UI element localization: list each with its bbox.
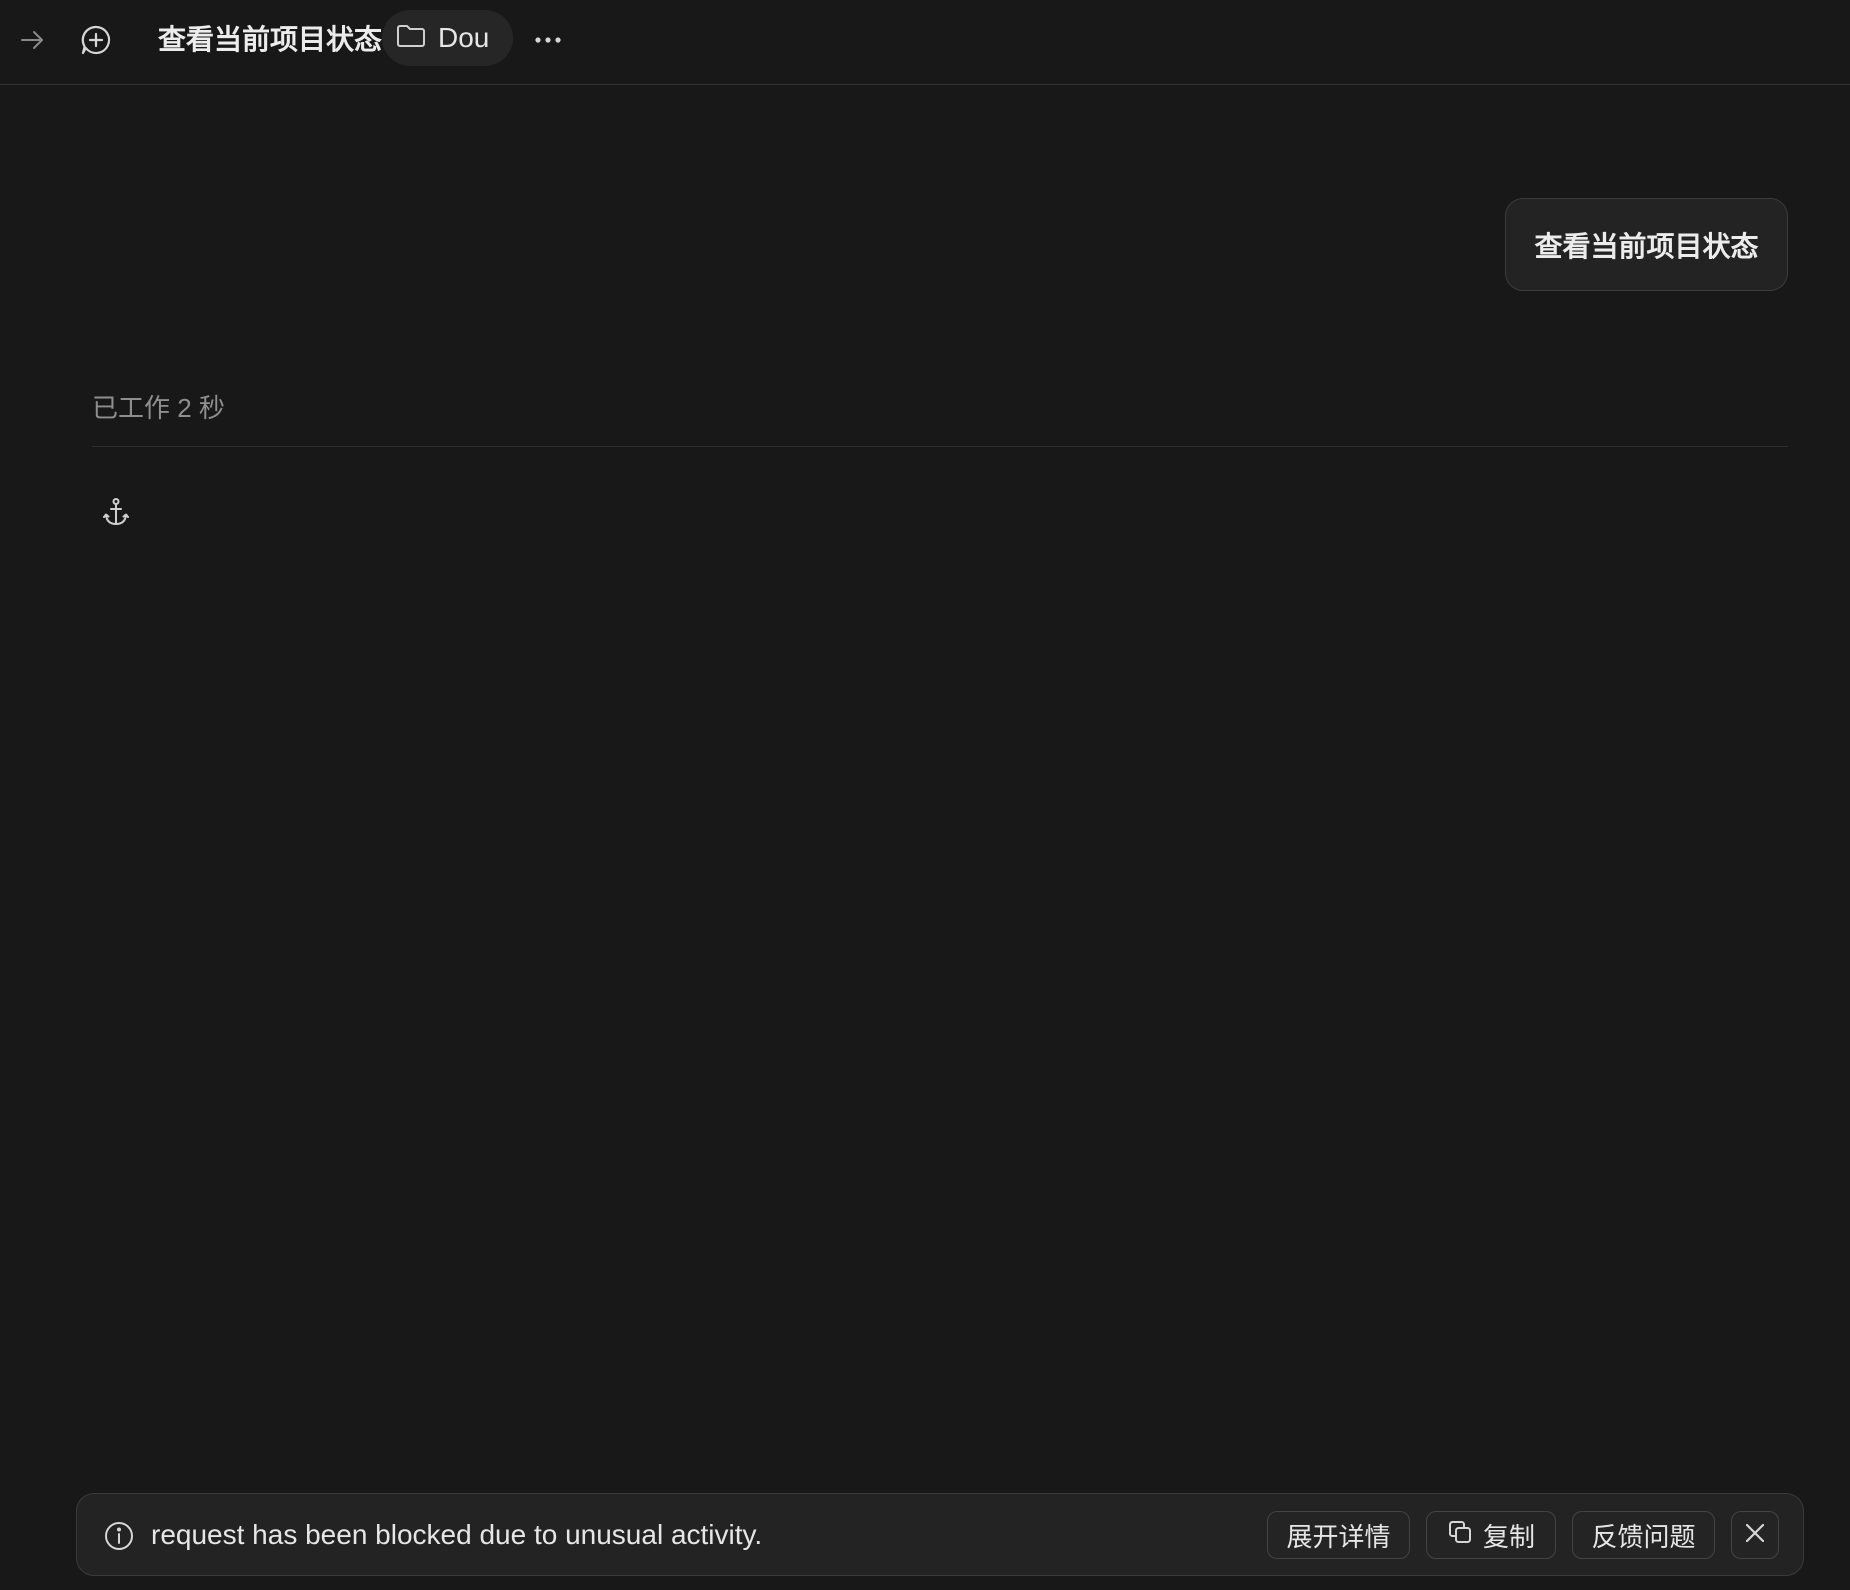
expand-details-button[interactable]: 展开详情: [1267, 1511, 1410, 1559]
page-title: 查看当前项目状态: [158, 24, 383, 55]
error-message: request has been blocked due to unusual …: [151, 1519, 763, 1550]
app-window: 查看当前项目状态 Dou 查看当前项目状态 已工作 2 秒 request ha…: [0, 0, 1850, 1590]
anchor-icon: [100, 494, 132, 530]
folder-chip[interactable]: Dou: [382, 10, 513, 66]
copy-label: 复制: [1482, 1521, 1535, 1552]
worked-status[interactable]: 已工作 2 秒: [92, 388, 225, 428]
close-icon: [1744, 1520, 1766, 1551]
copy-icon: [1447, 1519, 1473, 1552]
divider: [92, 446, 1788, 447]
arrow-right-icon[interactable]: [12, 20, 52, 60]
info-icon: [103, 1520, 135, 1552]
copy-button[interactable]: 复制: [1426, 1511, 1556, 1559]
report-issue-label: 反馈问题: [1591, 1521, 1696, 1552]
folder-icon: [396, 23, 426, 54]
chat-plus-icon[interactable]: [76, 20, 116, 60]
error-toast: request has been blocked due to unusual …: [76, 1493, 1804, 1576]
report-issue-button[interactable]: 反馈问题: [1572, 1511, 1715, 1559]
close-toast-button[interactable]: [1731, 1511, 1779, 1559]
folder-name: Dou: [438, 22, 490, 53]
user-message-bubble: 查看当前项目状态: [1505, 198, 1788, 291]
expand-details-label: 展开详情: [1286, 1521, 1391, 1552]
ellipsis-icon[interactable]: [528, 20, 568, 60]
top-bar: 查看当前项目状态 Dou: [0, 0, 1850, 85]
